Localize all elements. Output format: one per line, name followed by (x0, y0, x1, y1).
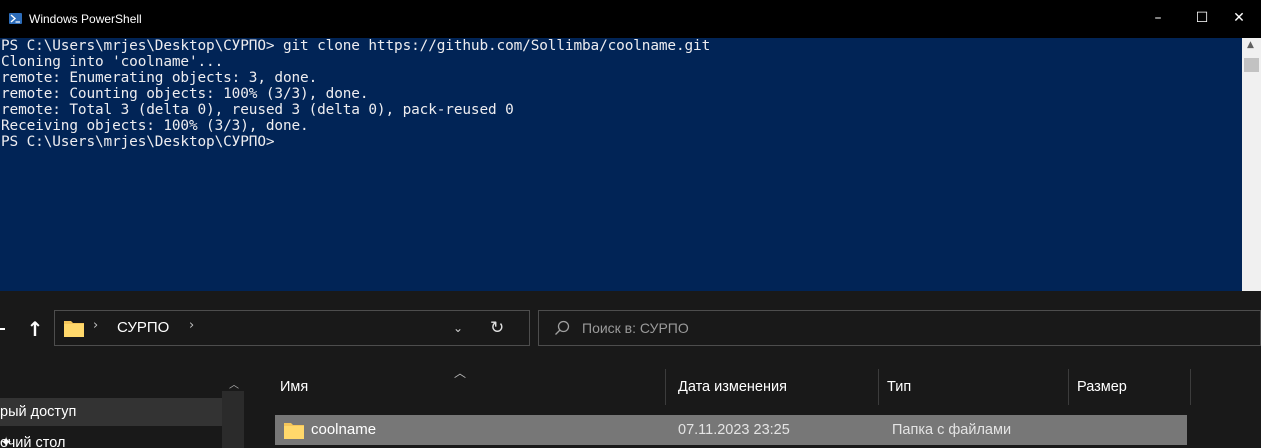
breadcrumb-separator-icon[interactable]: › (93, 318, 98, 333)
search-icon (555, 320, 570, 335)
console-line: Cloning into 'coolname'... (1, 54, 224, 70)
console-prompt-line: PS C:\Users\mrjes\Desktop\СУРПО> (1, 134, 275, 150)
console-line: remote: Enumerating objects: 3, done. (1, 70, 318, 86)
folder-icon (284, 423, 304, 439)
column-header-date[interactable]: Дата изменения (678, 369, 882, 405)
pin-icon: ✦ (0, 435, 13, 448)
window-title: Windows PowerShell (29, 12, 142, 26)
back-button-edge[interactable] (0, 328, 5, 330)
chevron-up-icon[interactable]: ︿ (229, 376, 239, 391)
file-list: ︿ Имя Дата изменения Тип Размер coolname… (246, 364, 1261, 448)
address-bar-row: ↑ › СУРПО › ⌄ ↻ Поиск в: СУРПО (0, 291, 1261, 364)
maximize-button[interactable]: ☐ (1192, 8, 1212, 28)
search-input[interactable]: Поиск в: СУРПО (538, 310, 1261, 346)
powershell-window: Windows PowerShell – ☐ ✕ PS C:\Users\mrj… (0, 0, 1261, 291)
scroll-thumb[interactable] (1244, 58, 1259, 72)
column-header-type[interactable]: Тип (887, 369, 1067, 405)
console-line: remote: Counting objects: 100% (3/3), do… (1, 86, 369, 102)
console-line: remote: Total 3 (delta 0), reused 3 (del… (1, 102, 514, 118)
nav-item-quick-access[interactable]: рый доступ (0, 398, 222, 426)
console-line: Receiving objects: 100% (3/3), done. (1, 118, 309, 134)
column-divider[interactable] (1190, 369, 1191, 405)
console-line: PS C:\Users\mrjes\Desktop\СУРПО> git clo… (1, 38, 711, 54)
breadcrumb-separator-icon[interactable]: › (189, 318, 194, 333)
column-header-size[interactable]: Размер (1077, 369, 1190, 405)
minimize-button[interactable]: – (1148, 8, 1168, 28)
powershell-icon (9, 13, 22, 24)
nav-item-desktop[interactable]: очий стол ✦ (0, 430, 222, 448)
column-divider[interactable] (878, 369, 879, 405)
refresh-icon[interactable]: ↻ (490, 318, 504, 338)
scroll-up-icon[interactable]: ▲ (1247, 40, 1254, 50)
chevron-down-icon[interactable]: ⌄ (453, 321, 463, 335)
file-date: 07.11.2023 23:25 (678, 422, 790, 438)
table-row[interactable]: coolname 07.11.2023 23:25 Папка с файлам… (275, 415, 1187, 445)
close-button[interactable]: ✕ (1229, 8, 1249, 28)
file-explorer-window: ↑ › СУРПО › ⌄ ↻ Поиск в: СУРПО ︿ рый дос… (0, 291, 1261, 448)
column-header-name[interactable]: Имя (280, 369, 664, 405)
column-divider[interactable] (1068, 369, 1069, 405)
file-type: Папка с файлами (892, 422, 1012, 438)
console-output[interactable]: PS C:\Users\mrjes\Desktop\СУРПО> git clo… (0, 38, 1242, 291)
navigation-scrollbar[interactable] (222, 391, 244, 448)
column-divider[interactable] (665, 369, 666, 405)
navigation-pane: ︿ рый доступ очий стол ✦ (0, 364, 246, 448)
powershell-titlebar[interactable]: Windows PowerShell – ☐ ✕ (0, 0, 1261, 38)
breadcrumb-item[interactable]: СУРПО (117, 319, 169, 336)
up-arrow-icon[interactable]: ↑ (22, 316, 48, 342)
console-scrollbar[interactable]: ▲ (1242, 38, 1261, 291)
nav-item-label: рый доступ (0, 404, 77, 420)
folder-icon (64, 321, 84, 337)
address-bar[interactable]: › СУРПО › ⌄ ↻ (54, 310, 530, 346)
file-name: coolname (311, 421, 377, 438)
search-placeholder: Поиск в: СУРПО (582, 320, 689, 336)
